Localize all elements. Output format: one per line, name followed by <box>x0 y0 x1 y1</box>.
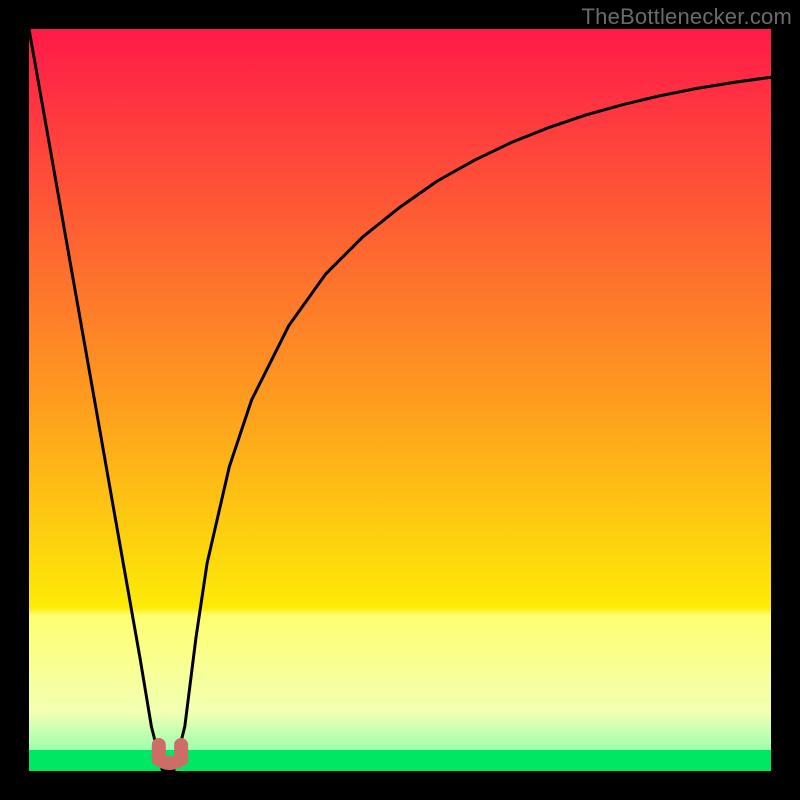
curve-line <box>29 29 771 771</box>
watermark-text: TheBottlenecker.com <box>582 4 792 30</box>
gradient-plot-area <box>29 29 771 771</box>
minimum-marker <box>159 745 181 763</box>
bottleneck-curve <box>29 29 771 771</box>
chart-frame: TheBottlenecker.com <box>0 0 800 800</box>
